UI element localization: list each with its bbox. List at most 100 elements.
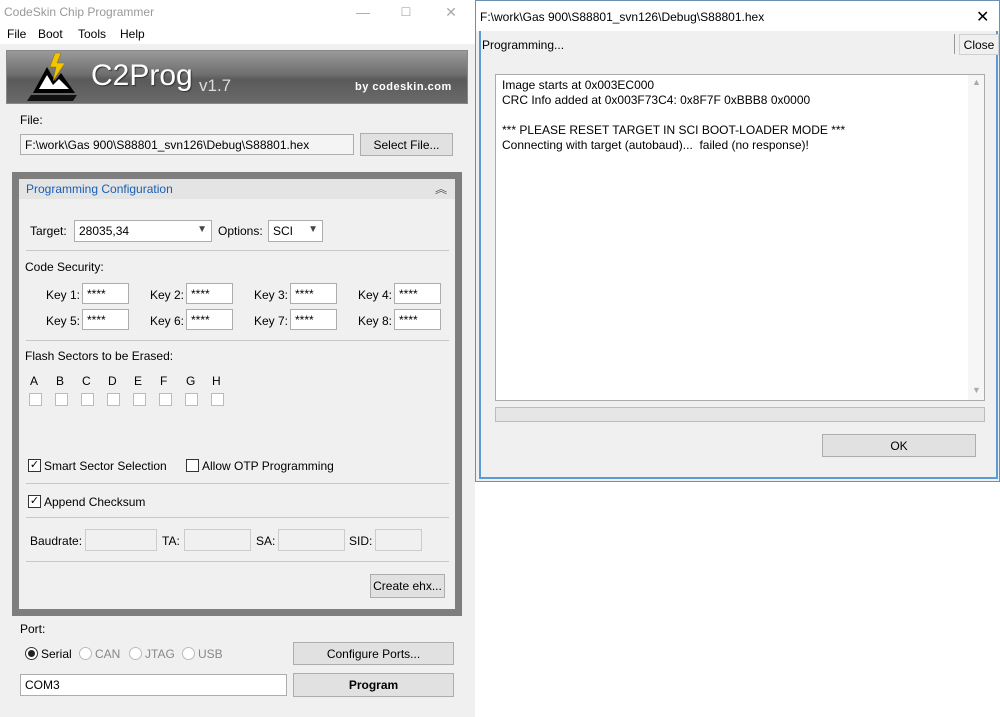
- key7-label: Key 7:: [254, 314, 289, 328]
- target-value: 28035,34: [79, 224, 130, 238]
- options-select[interactable]: SCI ▼: [268, 220, 323, 242]
- key5-field[interactable]: ****: [82, 309, 129, 330]
- sa-field[interactable]: [278, 529, 345, 551]
- key6-field[interactable]: ****: [186, 309, 233, 330]
- sector-c-label: C: [82, 374, 91, 388]
- dialog-title: F:\work\Gas 900\S88801_svn126\Debug\S888…: [480, 10, 765, 24]
- sector-h-label: H: [212, 374, 221, 388]
- target-select[interactable]: 28035,34 ▼: [74, 220, 212, 242]
- file-path-field[interactable]: F:\work\Gas 900\S88801_svn126\Debug\S888…: [20, 134, 354, 155]
- chevron-down-icon: ▼: [308, 224, 318, 235]
- window-title: CodeSkin Chip Programmer: [4, 5, 155, 19]
- app-version: v1.7: [199, 76, 232, 95]
- baudrate-label: Baudrate:: [30, 534, 83, 548]
- log-line: *** PLEASE RESET TARGET IN SCI BOOT-LOAD…: [502, 123, 846, 137]
- divider: [26, 561, 449, 562]
- ok-button[interactable]: OK: [822, 434, 976, 457]
- key3-field[interactable]: ****: [290, 283, 337, 304]
- key4-field[interactable]: ****: [394, 283, 441, 304]
- baudrate-field[interactable]: [85, 529, 157, 551]
- main-window: CodeSkin Chip Programmer — ☐ ✕ File Boot…: [0, 0, 475, 717]
- port-group-label: Port:: [20, 622, 46, 636]
- port-field[interactable]: COM3: [20, 674, 287, 696]
- usb-radio[interactable]: [182, 647, 195, 660]
- app-title: C2Prog: [91, 59, 193, 92]
- divider: [26, 340, 449, 341]
- sector-e-label: E: [134, 374, 143, 388]
- options-value: SCI: [273, 224, 294, 238]
- sector-b-label: B: [56, 374, 65, 388]
- append-checksum-checkbox[interactable]: ✓: [28, 495, 41, 508]
- divider: [26, 250, 449, 251]
- close-icon[interactable]: ✕: [976, 7, 989, 27]
- flash-sectors-label: Flash Sectors to be Erased:: [25, 349, 174, 363]
- usb-label: USB: [198, 647, 223, 661]
- sector-d-checkbox[interactable]: [107, 393, 120, 406]
- serial-radio[interactable]: [25, 647, 38, 660]
- append-checksum-label: Append Checksum: [44, 495, 146, 509]
- log-line: CRC Info added at 0x003F73C4: 0x8F7F 0xB…: [502, 93, 811, 107]
- can-radio[interactable]: [79, 647, 92, 660]
- smart-sector-checkbox[interactable]: ✓: [28, 459, 41, 472]
- select-file-button[interactable]: Select File...: [360, 133, 453, 156]
- menu-boot[interactable]: Boot: [38, 27, 63, 41]
- scroll-up-icon[interactable]: ▲: [972, 77, 981, 87]
- key8-label: Key 8:: [358, 314, 393, 328]
- status-label: Programming...: [482, 38, 565, 52]
- sector-b-checkbox[interactable]: [55, 393, 68, 406]
- program-button[interactable]: Program: [293, 673, 454, 697]
- key1-field[interactable]: ****: [82, 283, 129, 304]
- menu-tools[interactable]: Tools: [78, 27, 106, 41]
- config-title: Programming Configuration: [26, 182, 173, 196]
- maximize-button[interactable]: ☐: [391, 2, 421, 22]
- file-group-label: File:: [20, 113, 43, 127]
- sector-a-checkbox[interactable]: [29, 393, 42, 406]
- key4-label: Key 4:: [358, 288, 393, 302]
- programming-dialog: F:\work\Gas 900\S88801_svn126\Debug\S888…: [475, 0, 1000, 482]
- config-header[interactable]: Programming Configuration ︽: [19, 179, 455, 199]
- log-line: Connecting with target (autobaud)... fai…: [502, 138, 809, 152]
- key3-label: Key 3:: [254, 288, 289, 302]
- sector-h-checkbox[interactable]: [211, 393, 224, 406]
- sector-f-checkbox[interactable]: [159, 393, 172, 406]
- title-bar: CodeSkin Chip Programmer — ☐ ✕: [0, 0, 475, 24]
- collapse-icon[interactable]: ︽: [435, 180, 447, 197]
- sector-a-label: A: [30, 374, 39, 388]
- configure-ports-button[interactable]: Configure Ports...: [293, 642, 454, 665]
- c2prog-logo-icon: [27, 52, 77, 101]
- jtag-radio[interactable]: [129, 647, 142, 660]
- sector-e-checkbox[interactable]: [133, 393, 146, 406]
- menu-help[interactable]: Help: [120, 27, 145, 41]
- key2-field[interactable]: ****: [186, 283, 233, 304]
- allow-otp-label: Allow OTP Programming: [202, 459, 334, 473]
- create-ehx-button[interactable]: Create ehx...: [370, 574, 445, 598]
- key5-label: Key 5:: [46, 314, 81, 328]
- target-label: Target:: [30, 224, 67, 238]
- serial-label: Serial: [41, 647, 72, 661]
- ta-field[interactable]: [184, 529, 251, 551]
- sector-g-checkbox[interactable]: [185, 393, 198, 406]
- sector-g-label: G: [186, 374, 196, 388]
- sector-d-label: D: [108, 374, 117, 388]
- progress-bar: [495, 407, 985, 422]
- key7-field[interactable]: ****: [290, 309, 337, 330]
- chevron-down-icon: ▼: [197, 224, 207, 235]
- close-button[interactable]: Close: [959, 34, 999, 55]
- radio-selected-dot: [28, 650, 35, 657]
- scroll-down-icon[interactable]: ▼: [972, 385, 981, 395]
- sid-field[interactable]: [375, 529, 422, 551]
- key8-field[interactable]: ****: [394, 309, 441, 330]
- key2-label: Key 2:: [150, 288, 185, 302]
- minimize-button[interactable]: —: [348, 2, 378, 22]
- allow-otp-checkbox[interactable]: [186, 459, 199, 472]
- options-label: Options:: [218, 224, 263, 238]
- sector-c-checkbox[interactable]: [81, 393, 94, 406]
- banner: C2Prog v1.7 by codeskin.com: [6, 50, 468, 104]
- vendor-link: by codeskin.com: [355, 81, 452, 93]
- programming-configuration-panel: Programming Configuration ︽ Target: 2803…: [12, 172, 462, 616]
- log-output[interactable]: Image starts at 0x003EC000 CRC Info adde…: [495, 74, 985, 401]
- close-button[interactable]: ✕: [436, 2, 466, 22]
- vertical-scrollbar[interactable]: ▲ ▼: [968, 75, 984, 400]
- menu-file[interactable]: File: [7, 27, 26, 41]
- log-line: Image starts at 0x003EC000: [502, 78, 655, 92]
